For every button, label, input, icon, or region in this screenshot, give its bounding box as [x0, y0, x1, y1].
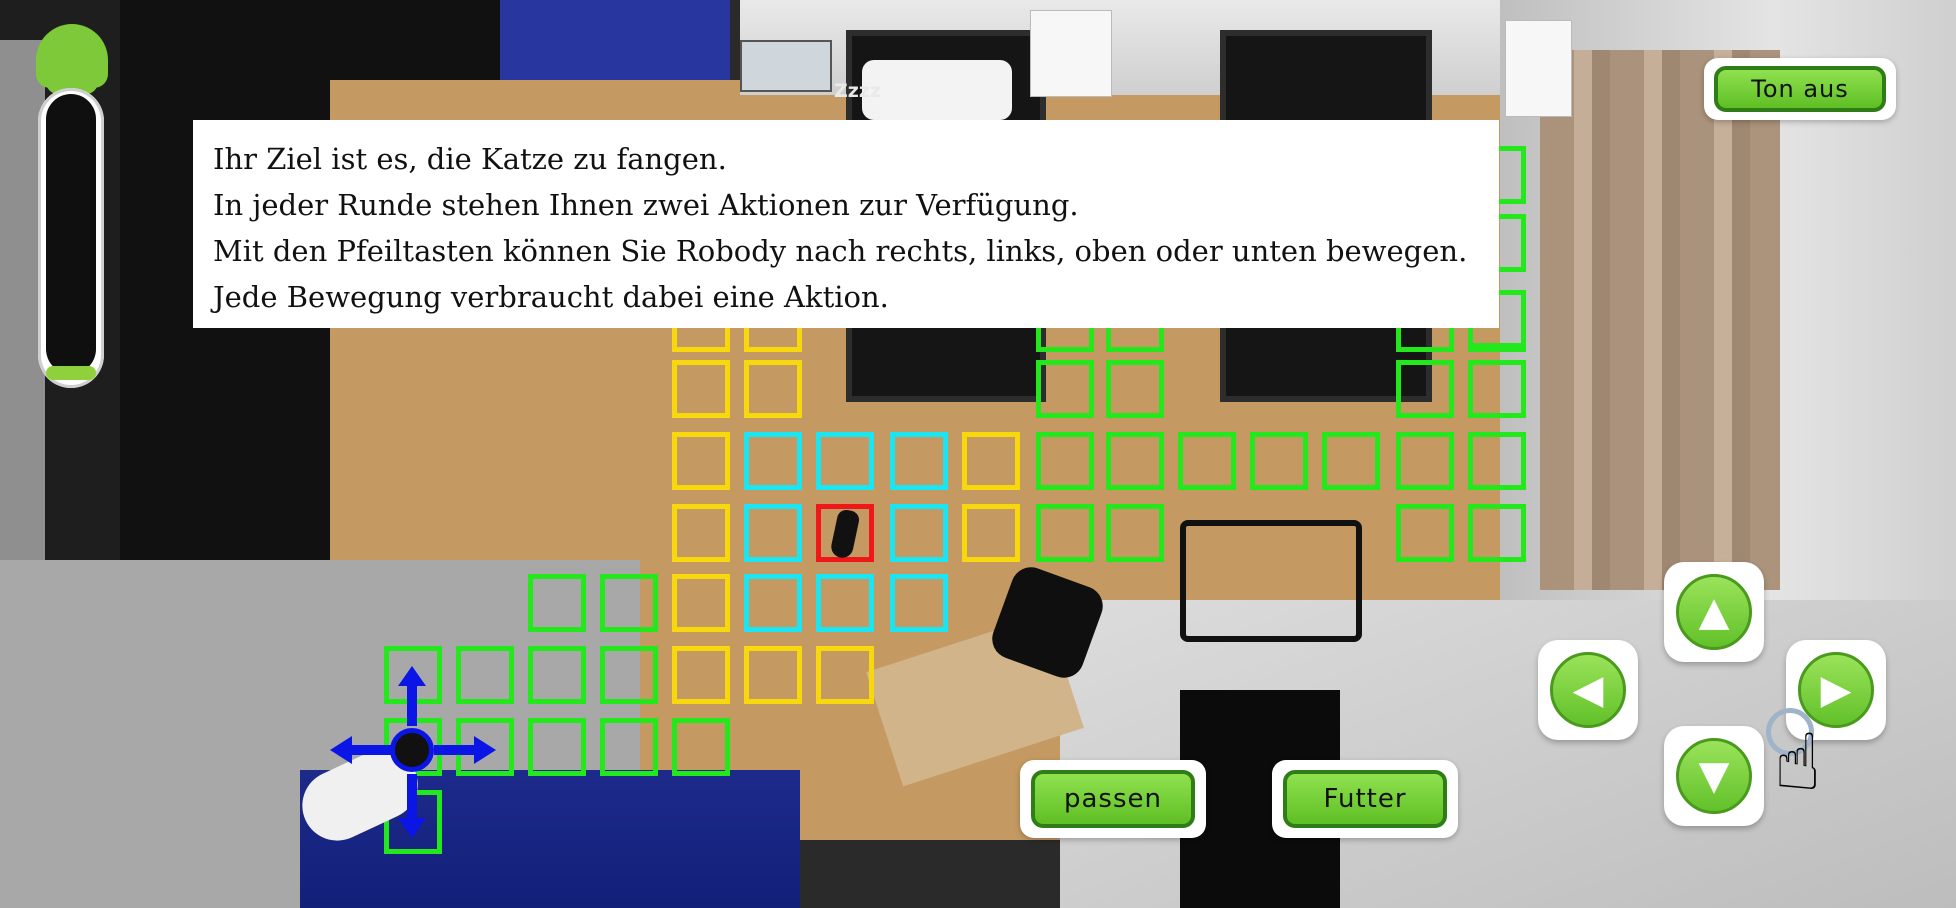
- arrow-left-icon: ◀: [1550, 652, 1626, 728]
- sleep-indicator: Zzzz: [834, 80, 881, 102]
- arrow-down-icon: [398, 818, 426, 838]
- grid-tile: [1396, 432, 1454, 490]
- gauge-track: [46, 94, 96, 374]
- pass-button[interactable]: passen: [1031, 770, 1195, 828]
- grid-tile: [528, 646, 586, 704]
- bed-panel-left: [1030, 10, 1112, 97]
- tutorial-line: In jeder Runde stehen Ihnen zwei Aktione…: [213, 188, 1079, 222]
- grid-tile: [744, 432, 802, 490]
- food-button-wrap: Futter: [1272, 760, 1458, 838]
- tutorial-line: Mit den Pfeiltasten können Sie Robody na…: [213, 234, 1468, 268]
- grid-tile: [1322, 432, 1380, 490]
- pillow-left: [862, 60, 1012, 120]
- grid-tile: [816, 574, 874, 632]
- grid-tile: [1036, 432, 1094, 490]
- grid-tile: [600, 646, 658, 704]
- grid-tile: [744, 504, 802, 562]
- grid-tile: [1178, 432, 1236, 490]
- grid-tile: [672, 718, 730, 776]
- arrow-up-icon: [398, 666, 426, 686]
- grid-tile: [528, 574, 586, 632]
- grid-tile: [600, 718, 658, 776]
- grid-tile: [672, 504, 730, 562]
- grid-tile: [1396, 504, 1454, 562]
- grid-tile: [1396, 360, 1454, 418]
- wheelchair: [1180, 520, 1362, 642]
- gauge-cap-icon: [36, 24, 108, 94]
- grid-tile: [1036, 504, 1094, 562]
- grid-tile: [744, 646, 802, 704]
- grid-tile: [456, 646, 514, 704]
- grid-tile: [962, 432, 1020, 490]
- grid-tile: [1036, 360, 1094, 418]
- arrow-left-icon: [330, 736, 352, 764]
- pass-button-wrap: passen: [1020, 760, 1206, 838]
- grid-tile: [672, 646, 730, 704]
- gauge-fill: [46, 366, 96, 380]
- grid-tile: [672, 574, 730, 632]
- grid-tile: [890, 504, 948, 562]
- grid-tile: [1468, 504, 1526, 562]
- energy-gauge: [38, 88, 104, 388]
- grid-tile: [1468, 360, 1526, 418]
- grid-tile: [1106, 432, 1164, 490]
- arrow-right-icon: ▶: [1798, 652, 1874, 728]
- grid-tile: [1106, 504, 1164, 562]
- grid-tile: [962, 504, 1020, 562]
- move-right-indicator: [434, 745, 476, 755]
- grid-tile: [528, 718, 586, 776]
- bed-panel-right: [1505, 20, 1572, 117]
- robody-head: [390, 728, 434, 772]
- grid-tile: [890, 574, 948, 632]
- curtain: [1540, 50, 1780, 590]
- grid-tile: [816, 432, 874, 490]
- grid-tile: [816, 646, 874, 704]
- tutorial-line: Jede Bewegung verbraucht dabei eine Akti…: [213, 280, 889, 314]
- tutorial-line: Ihr Ziel ist es, die Katze zu fangen.: [213, 142, 727, 176]
- grid-tile: [1468, 432, 1526, 490]
- dpad-down-button[interactable]: ▼: [1664, 726, 1764, 826]
- tutorial-textbox: Ihr Ziel ist es, die Katze zu fangen. In…: [193, 120, 1499, 328]
- monitor-device: [740, 40, 832, 92]
- arrow-right-icon: [474, 736, 496, 764]
- grid-tile: [672, 432, 730, 490]
- move-left-indicator: [350, 745, 392, 755]
- food-button[interactable]: Futter: [1283, 770, 1447, 828]
- grid-tile: [890, 432, 948, 490]
- tap-hand-icon: ☝: [1774, 718, 1822, 808]
- sound-toggle-button[interactable]: Ton aus: [1714, 66, 1886, 112]
- dpad-up-button[interactable]: ▲: [1664, 562, 1764, 662]
- sound-toggle-wrap: Ton aus: [1704, 58, 1896, 120]
- arrow-down-icon: ▼: [1676, 738, 1752, 814]
- grid-tile: [1250, 432, 1308, 490]
- move-down-indicator: [407, 774, 417, 820]
- dpad-left-button[interactable]: ◀: [1538, 640, 1638, 740]
- arrow-up-icon: ▲: [1676, 574, 1752, 650]
- grid-tile: [744, 574, 802, 632]
- grid-tile: [744, 360, 802, 418]
- move-up-indicator: [407, 680, 417, 726]
- grid-tile: [600, 574, 658, 632]
- grid-tile: [672, 360, 730, 418]
- grid-tile: [1106, 360, 1164, 418]
